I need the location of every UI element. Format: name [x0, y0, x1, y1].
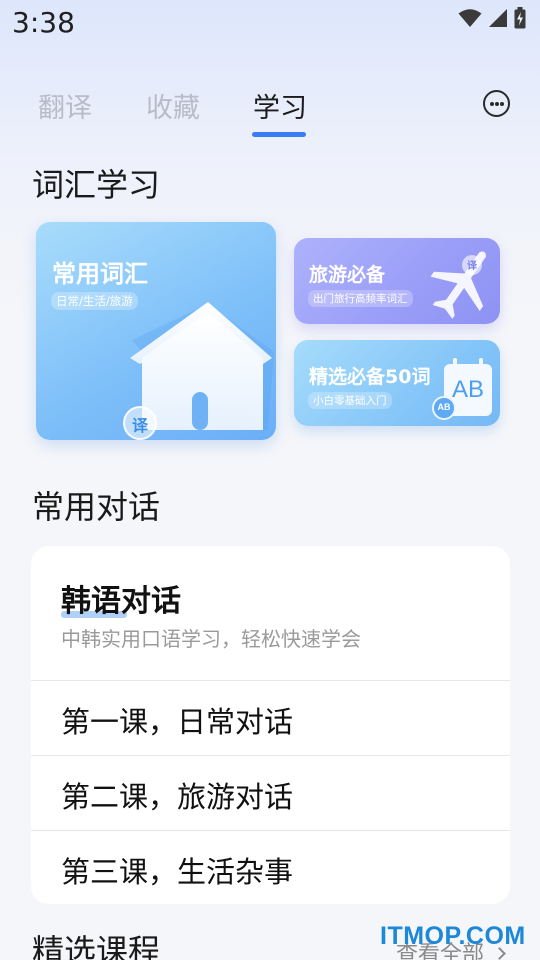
travel-essentials-card[interactable]: 旅游必备 出门旅行高频率词汇 译: [294, 238, 500, 324]
translate-badge: 译: [462, 255, 482, 275]
house-icon: [130, 302, 274, 430]
more-horizontal-icon[interactable]: [483, 90, 510, 117]
dialog-card-subtitle: 中韩实用口语学习，轻松快速学会: [61, 627, 361, 651]
battery-charging-icon: [514, 7, 526, 29]
card-subtitle: 出门旅行高频率词汇: [308, 290, 413, 307]
dialog-card-title: 韩语对话: [61, 584, 181, 619]
lesson-label: 第三课，生活杂事: [61, 855, 294, 889]
status-bar: 3:38: [0, 0, 540, 48]
badge-label: 译: [131, 416, 148, 435]
tab-study[interactable]: 学习: [253, 86, 307, 125]
courses-section-title: 精选课程: [32, 932, 161, 960]
card-title: 旅游必备: [309, 264, 386, 286]
status-time: 3:38: [12, 6, 75, 39]
vocab-section-title: 词汇学习: [32, 166, 161, 204]
signal-icon: [489, 9, 507, 27]
lesson-item[interactable]: 第三课，生活杂事: [31, 830, 510, 904]
lesson-item[interactable]: 第二课，旅游对话: [31, 755, 510, 830]
common-vocab-card[interactable]: 常用词汇 日常/生活/旅游 译: [36, 222, 276, 440]
wifi-icon: [458, 9, 482, 27]
card-subtitle: 小白零基础入门: [308, 392, 392, 409]
translate-badge: 译: [123, 406, 157, 440]
lesson-label: 第一课，日常对话: [61, 705, 294, 739]
airplane-icon: [430, 251, 486, 319]
top50-words-card[interactable]: 精选必备50词 小白零基础入门 AB AB: [294, 340, 500, 426]
card-title: 精选必备50词: [309, 366, 431, 388]
badge-label: 译: [467, 261, 477, 272]
badge-label: AB: [437, 402, 451, 412]
dialog-section-title: 常用对话: [32, 488, 161, 526]
tab-indicator: [252, 132, 306, 137]
lesson-label: 第二课，旅游对话: [61, 780, 294, 814]
tab-favorites[interactable]: 收藏: [146, 86, 200, 125]
ab-badge: AB: [432, 396, 456, 420]
status-icons: [458, 7, 526, 29]
korean-dialog-card: 韩语对话 中韩实用口语学习，轻松快速学会 第一课，日常对话 第二课，旅游对话 第…: [31, 546, 510, 904]
tab-translate[interactable]: 翻译: [38, 86, 92, 125]
watermark: ITMOP.COM: [380, 922, 526, 950]
top-tabs: 翻译 收藏 学习: [0, 78, 540, 138]
lesson-item[interactable]: 第一课，日常对话: [31, 680, 510, 755]
